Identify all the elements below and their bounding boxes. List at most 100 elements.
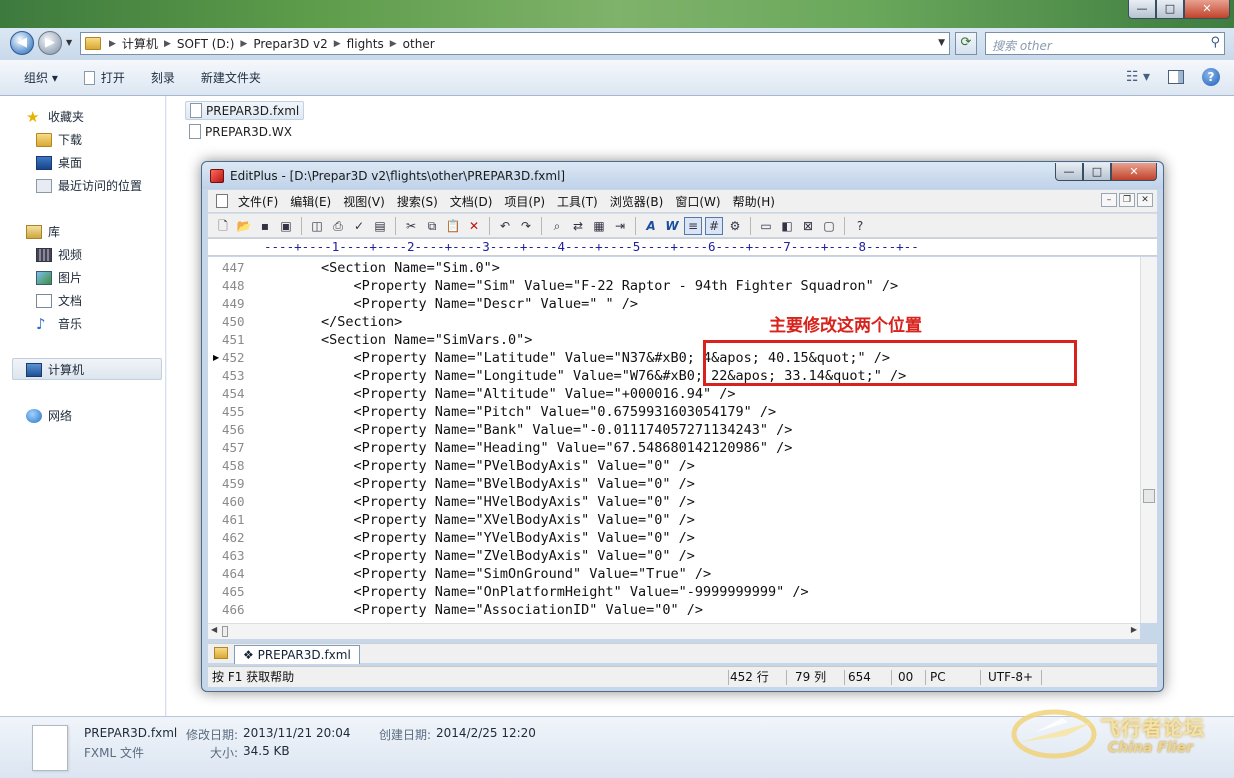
preview-pane-icon[interactable] — [1168, 70, 1184, 84]
preferences-icon[interactable]: ⚙ — [726, 217, 744, 235]
code-line[interactable]: 466 <Property Name="AssociationID" Value… — [208, 601, 1138, 619]
print-preview-icon[interactable]: ◫ — [308, 217, 326, 235]
menu-window[interactable]: 窗口(W) — [675, 193, 720, 210]
code-line[interactable]: 449 <Property Name="Descr" Value=" " /> — [208, 295, 1138, 313]
breadcrumb-separator-icon[interactable]: ▶ — [164, 39, 171, 49]
breadcrumb-separator-icon[interactable]: ▶ — [334, 39, 341, 49]
code-line[interactable]: 460 <Property Name="HVelBodyAxis" Value=… — [208, 493, 1138, 511]
copy-icon[interactable]: ⧉ — [423, 217, 441, 235]
code-line[interactable]: 459 <Property Name="BVelBodyAxis" Value=… — [208, 475, 1138, 493]
code-line[interactable]: 465 <Property Name="OnPlatformHeight" Va… — [208, 583, 1138, 601]
code-line[interactable]: 448 <Property Name="Sim" Value="F-22 Rap… — [208, 277, 1138, 295]
output-window-icon[interactable]: ▢ — [820, 217, 838, 235]
nav-item-network[interactable]: 网络 — [26, 407, 72, 424]
open-button[interactable]: 打开 — [83, 69, 125, 86]
paste-icon[interactable]: 📋 — [444, 217, 462, 235]
font-icon[interactable]: A — [642, 217, 660, 235]
open-file-icon[interactable]: 📂 — [235, 217, 253, 235]
nav-item-pictures[interactable]: 图片 — [36, 269, 82, 286]
editplus-maximize-button[interactable]: □ — [1083, 163, 1111, 181]
nav-item-computer[interactable]: 计算机 — [26, 361, 84, 378]
window-list-icon[interactable]: ▭ — [757, 217, 775, 235]
find-icon[interactable]: ⌕ — [548, 217, 566, 235]
refresh-button[interactable]: ⟳ — [955, 32, 977, 55]
undo-icon[interactable]: ↶ — [496, 217, 514, 235]
organize-button[interactable]: 组织 ▾ — [24, 69, 58, 86]
save-icon[interactable]: ▪ — [256, 217, 274, 235]
directory-folder-icon[interactable] — [214, 647, 228, 659]
search-icon[interactable]: ⚲ — [1210, 35, 1220, 50]
breadcrumb-separator-icon[interactable]: ▶ — [240, 39, 247, 49]
horizontal-scrollbar[interactable]: ◀ ▶ — [208, 623, 1140, 639]
editplus-minimize-button[interactable]: — — [1055, 163, 1083, 181]
file-item-wx[interactable]: PREPAR3D.WX — [185, 123, 296, 140]
spellcheck-icon[interactable]: ✓ — [350, 217, 368, 235]
save-all-icon[interactable]: ▣ — [277, 217, 295, 235]
breadcrumb-flights[interactable]: flights — [347, 37, 384, 51]
code-line[interactable]: 447 <Section Name="Sim.0"> — [208, 259, 1138, 277]
menu-browser[interactable]: 浏览器(B) — [610, 193, 664, 210]
ruler-toggle-icon[interactable]: ≡ — [684, 216, 702, 235]
find-in-files-icon[interactable]: ▦ — [590, 217, 608, 235]
close-button[interactable]: ✕ — [1184, 0, 1230, 19]
menu-file[interactable]: 文件(F) — [238, 193, 278, 210]
status-eol[interactable]: PC — [930, 667, 946, 688]
word-wrap-icon[interactable]: W — [663, 217, 681, 235]
line-number-toggle-icon[interactable]: # — [705, 216, 723, 235]
document-tab[interactable]: ❖ PREPAR3D.fxml — [234, 645, 360, 664]
breadcrumb-separator-icon[interactable]: ▶ — [109, 39, 116, 49]
breadcrumb-other[interactable]: other — [403, 37, 435, 51]
scroll-left-icon[interactable]: ◀ — [211, 625, 217, 634]
breadcrumb-prepar3d[interactable]: Prepar3D v2 — [253, 37, 327, 51]
history-dropdown-icon[interactable]: ▼ — [66, 38, 72, 47]
context-help-icon[interactable]: ? — [851, 217, 869, 235]
delete-icon[interactable]: ✕ — [465, 217, 483, 235]
vertical-scrollbar[interactable] — [1140, 257, 1157, 623]
code-line[interactable]: 464 <Property Name="SimOnGround" Value="… — [208, 565, 1138, 583]
breadcrumb-separator-icon[interactable]: ▶ — [390, 39, 397, 49]
document-menu-icon[interactable] — [216, 194, 228, 208]
menu-search[interactable]: 搜索(S) — [397, 193, 438, 210]
goto-line-icon[interactable]: ⇥ — [611, 217, 629, 235]
menu-document[interactable]: 文档(D) — [450, 193, 493, 210]
view-options-icon[interactable]: ☷ ▾ — [1126, 69, 1150, 85]
code-line[interactable]: 457 <Property Name="Heading" Value="67.5… — [208, 439, 1138, 457]
horizontal-scroll-thumb[interactable] — [222, 626, 228, 637]
mdi-close-icon[interactable]: ✕ — [1137, 193, 1153, 207]
nav-item-favorites[interactable]: ★ 收藏夹 — [26, 108, 84, 125]
html-preview-icon[interactable]: ▤ — [371, 217, 389, 235]
code-line[interactable]: 450 </Section> — [208, 313, 1138, 331]
breadcrumb-computer[interactable]: 计算机 — [122, 35, 158, 52]
help-icon[interactable]: ? — [1202, 68, 1220, 86]
file-item-fxml[interactable]: PREPAR3D.fxml — [185, 101, 305, 120]
breadcrumb-drive[interactable]: SOFT (D:) — [177, 37, 235, 51]
menu-help[interactable]: 帮助(H) — [733, 193, 775, 210]
code-editor[interactable]: ▶ 447 <Section Name="Sim.0"> 448 <Propert… — [208, 257, 1157, 623]
code-line[interactable]: 462 <Property Name="YVelBodyAxis" Value=… — [208, 529, 1138, 547]
code-line[interactable]: 454 <Property Name="Altitude" Value="+00… — [208, 385, 1138, 403]
search-input[interactable]: 搜索 other ⚲ — [985, 32, 1225, 55]
cut-icon[interactable]: ✂ — [402, 217, 420, 235]
new-file-icon[interactable]: 🗋 — [214, 217, 232, 235]
nav-item-recent[interactable]: 最近访问的位置 — [36, 177, 142, 194]
print-icon[interactable]: ⎙ — [329, 217, 347, 235]
code-line[interactable]: 463 <Property Name="ZVelBodyAxis" Value=… — [208, 547, 1138, 565]
scroll-right-icon[interactable]: ▶ — [1131, 625, 1137, 634]
cascade-icon[interactable]: ⊠ — [799, 217, 817, 235]
code-line[interactable]: 456 <Property Name="Bank" Value="-0.0111… — [208, 421, 1138, 439]
nav-item-desktop[interactable]: 桌面 — [36, 154, 82, 171]
mdi-minimize-icon[interactable]: – — [1101, 193, 1117, 207]
forward-button[interactable]: ▶ — [38, 31, 62, 55]
code-line[interactable]: 458 <Property Name="PVelBodyAxis" Value=… — [208, 457, 1138, 475]
code-line[interactable]: 461 <Property Name="XVelBodyAxis" Value=… — [208, 511, 1138, 529]
nav-item-music[interactable]: ♪ 音乐 — [36, 315, 82, 332]
menu-view[interactable]: 视图(V) — [343, 193, 385, 210]
back-button[interactable]: ◀ — [10, 31, 34, 55]
tile-icon[interactable]: ◧ — [778, 217, 796, 235]
maximize-button[interactable]: □ — [1156, 0, 1184, 19]
redo-icon[interactable]: ↷ — [517, 217, 535, 235]
replace-icon[interactable]: ⇄ — [569, 217, 587, 235]
address-dropdown-icon[interactable]: ▼ — [938, 38, 945, 48]
editplus-close-button[interactable]: ✕ — [1111, 163, 1157, 181]
address-bar[interactable]: ▶ 计算机 ▶ SOFT (D:) ▶ Prepar3D v2 ▶ flight… — [80, 32, 950, 55]
